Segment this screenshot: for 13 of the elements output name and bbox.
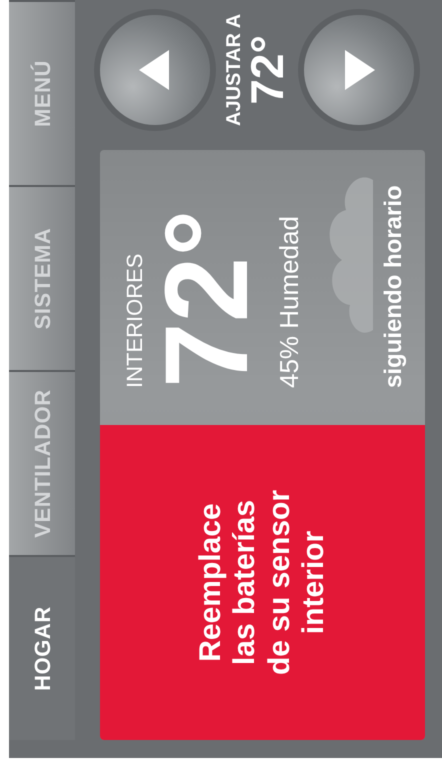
indoor-label: INTERIORES [124,254,146,388]
schedule-status: siguiendo horario [382,185,406,388]
setpoint-temperature: 72° [244,35,290,105]
tab[interactable]: SISTEMA [9,185,75,370]
tab[interactable]: VENTILADOR [9,370,75,555]
decrease-button[interactable] [304,14,414,125]
humidity-text: 45% Humedad [276,216,302,388]
tab[interactable]: MENÚ [9,0,75,185]
increase-button[interactable] [100,14,210,125]
alert-message: Reemplace las baterías de su sensor interior [194,490,331,676]
indoor-temperature: 72° [148,210,266,388]
tab[interactable]: HOGAR [9,555,75,740]
setpoint-label: AJUSTAR A [224,14,244,126]
